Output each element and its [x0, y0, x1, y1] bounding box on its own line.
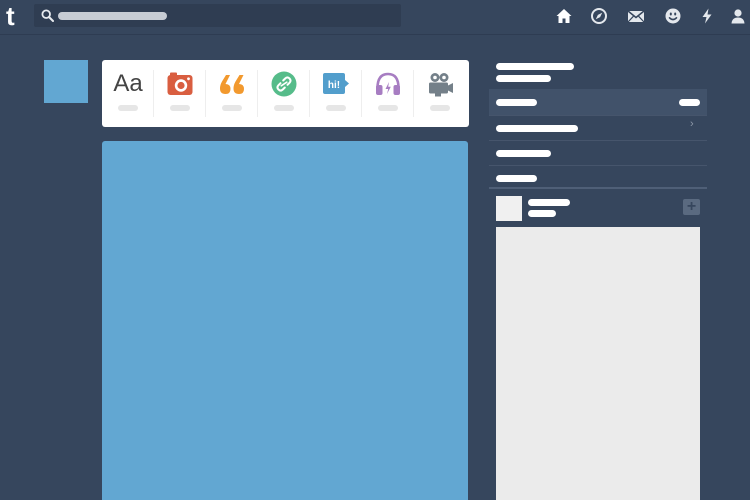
follow-button[interactable]: +: [683, 199, 700, 215]
camera-icon: [167, 72, 193, 95]
section-divider: [489, 187, 707, 189]
recommended-blog-avatar[interactable]: [496, 196, 522, 221]
search-icon: [41, 9, 54, 22]
post-audio-label: [378, 105, 398, 111]
link-icon: [271, 71, 297, 97]
mail-icon[interactable]: [627, 7, 645, 25]
compass-icon[interactable]: [590, 7, 608, 25]
sidebar-item-posts-label: [496, 99, 537, 106]
recommended-panel: [496, 227, 700, 500]
chat-icon-text: hi!: [328, 80, 340, 91]
tumblr-logo[interactable]: t: [6, 3, 24, 29]
post-type-bar: Aa hi!: [102, 60, 469, 127]
post-text-label: [118, 105, 138, 111]
sidebar-blog-subtitle: [496, 75, 551, 82]
smiley-icon[interactable]: [664, 7, 682, 25]
post-audio-button[interactable]: [362, 60, 414, 127]
text-icon: Aa: [113, 70, 143, 97]
post-text-button[interactable]: Aa: [102, 60, 154, 127]
post-video-button[interactable]: [414, 60, 466, 127]
user-icon[interactable]: [729, 7, 747, 25]
chat-icon: hi!: [323, 73, 349, 94]
post-quote-label: [222, 105, 242, 111]
search-input[interactable]: [34, 4, 401, 27]
home-icon[interactable]: [555, 7, 573, 25]
post-photo-button[interactable]: [154, 60, 206, 127]
post-photo-label: [170, 105, 190, 111]
post-quote-button[interactable]: [206, 60, 258, 127]
top-bar: t: [0, 0, 750, 35]
post-video-label: [430, 105, 450, 111]
post-chat-button[interactable]: hi!: [310, 60, 362, 127]
video-camera-icon: [429, 73, 453, 97]
search-placeholder: [58, 12, 167, 20]
post-link-label: [274, 105, 294, 111]
chevron-right-icon: ›: [690, 118, 694, 130]
sidebar-item-customize-label: [496, 175, 537, 182]
sidebar-item-activity-label: [496, 150, 551, 157]
user-avatar[interactable]: [44, 60, 88, 103]
headphones-icon: [376, 72, 400, 95]
sidebar-blog-title[interactable]: [496, 63, 574, 70]
recommended-blog-subtitle: [528, 210, 556, 217]
sidebar-item-followers-label: [496, 125, 578, 132]
lightning-icon[interactable]: [698, 7, 716, 25]
post-chat-label: [326, 105, 346, 111]
post-link-button[interactable]: [258, 60, 310, 127]
recommended-blog-name[interactable]: [528, 199, 570, 206]
dashboard-post[interactable]: [102, 141, 468, 500]
posts-count-badge: [679, 99, 700, 106]
quote-icon: [220, 75, 244, 94]
